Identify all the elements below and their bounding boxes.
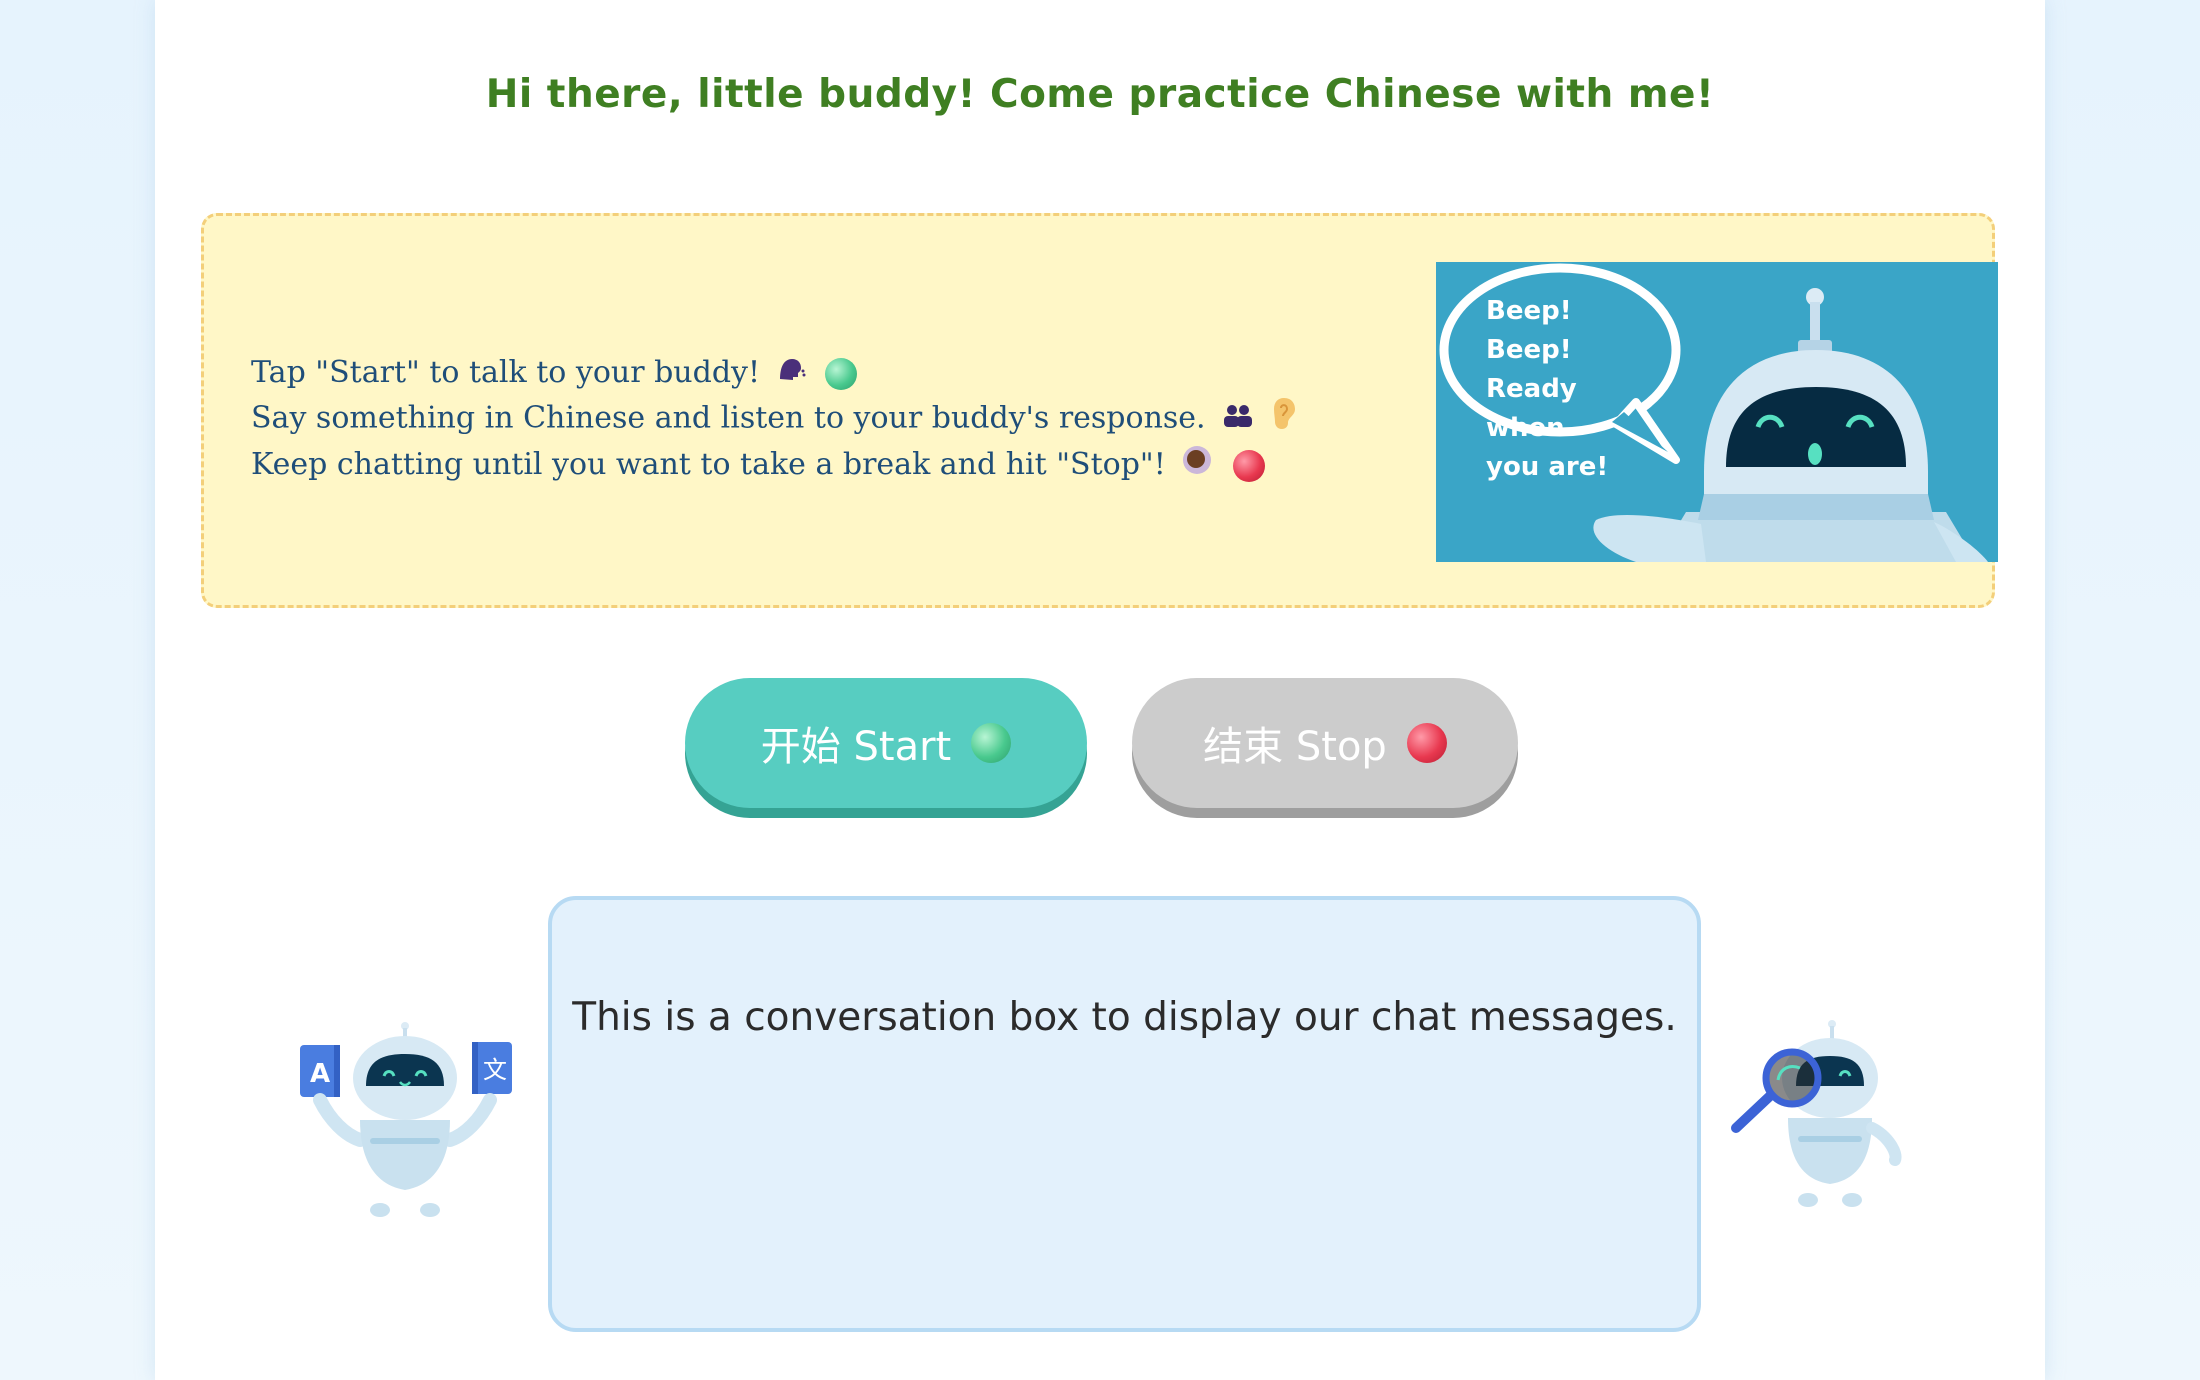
chat-message: This is a conversation box to display ou… xyxy=(572,995,1677,1040)
red-circle-icon xyxy=(1406,723,1447,763)
instruction-text-3: Keep chatting until you want to take a b… xyxy=(251,447,1166,482)
green-circle-icon xyxy=(971,723,1012,763)
svg-text:A: A xyxy=(310,1059,330,1089)
instructions-text: Tap "Start" to talk to your buddy! Say s… xyxy=(251,351,1297,489)
speech-bubble-text: Beep! Beep! Ready when you are! xyxy=(1486,292,1656,487)
main-card: Hi there, little buddy! Come practice Ch… xyxy=(155,0,2045,1380)
stop-button[interactable]: 结束 Stop xyxy=(1132,678,1518,808)
instruction-text-1: Tap "Start" to talk to your buddy! xyxy=(251,355,761,390)
speech-line-1: Beep! Beep! xyxy=(1486,296,1572,365)
instruction-line-3: Keep chatting until you want to take a b… xyxy=(251,443,1297,489)
people-icon xyxy=(1221,398,1255,442)
speech-line-3: you are! xyxy=(1486,452,1609,482)
instructions-panel: Tap "Start" to talk to your buddy! Say s… xyxy=(201,213,1998,608)
robot-magnifier-icon xyxy=(1730,1018,1910,1222)
start-button-label: 开始 Start xyxy=(760,724,952,770)
speech-line-2: Ready when xyxy=(1486,374,1577,443)
instruction-line-2: Say something in Chinese and listen to y… xyxy=(251,396,1297,443)
coffee-icon xyxy=(1181,444,1213,489)
start-button[interactable]: 开始 Start xyxy=(685,678,1087,808)
instruction-text-2: Say something in Chinese and listen to y… xyxy=(251,400,1206,436)
green-circle-icon xyxy=(825,358,858,390)
red-circle-icon xyxy=(1232,450,1265,482)
stop-button-label: 结束 Stop xyxy=(1203,724,1387,770)
speaking-head-icon xyxy=(776,352,806,396)
robot-translator-icon: A 文 xyxy=(300,1020,520,1224)
instruction-line-1: Tap "Start" to talk to your buddy! xyxy=(251,351,1297,396)
ear-icon xyxy=(1271,396,1297,443)
conversation-box: This is a conversation box to display ou… xyxy=(548,896,1701,1332)
svg-text:文: 文 xyxy=(483,1056,507,1084)
page-title: Hi there, little buddy! Come practice Ch… xyxy=(485,72,1715,117)
robot-banner-image: Beep! Beep! Ready when you are! xyxy=(1436,262,1998,562)
